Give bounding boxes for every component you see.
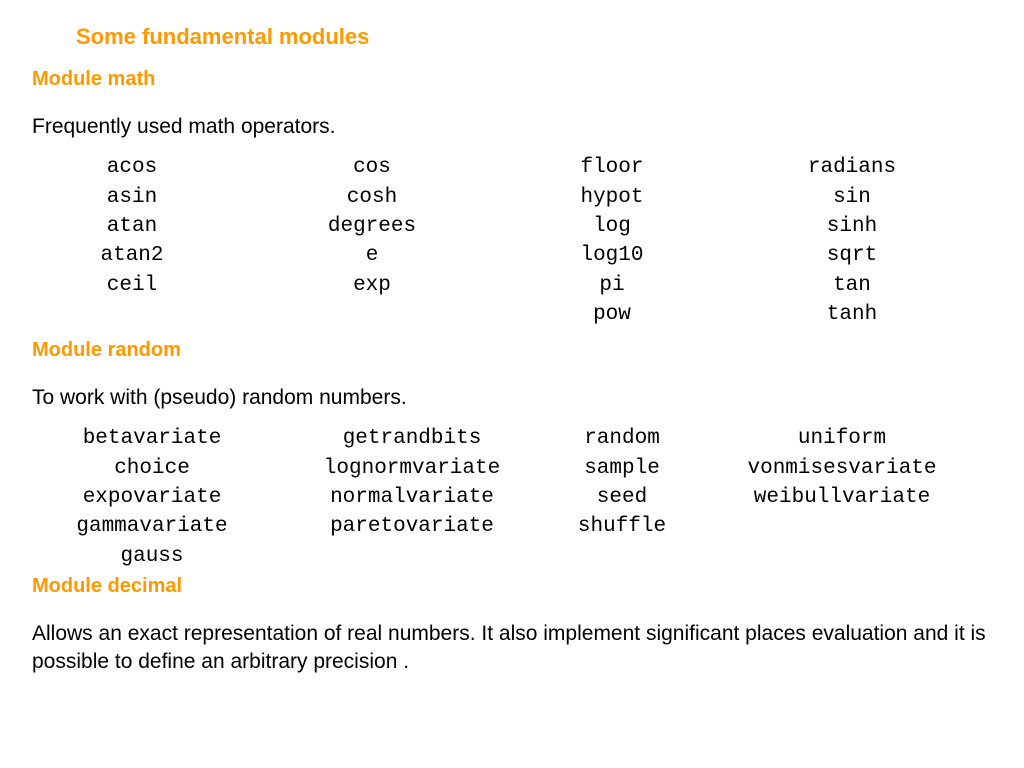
random-cell: gammavariate xyxy=(32,512,272,541)
math-cell: log xyxy=(512,212,712,241)
math-cell: degrees xyxy=(232,212,512,241)
random-cell: lognormvariate xyxy=(272,454,552,483)
random-cell: sample xyxy=(552,454,692,483)
random-cell: expovariate xyxy=(32,483,272,512)
math-cell: floor xyxy=(512,153,712,182)
section-heading-decimal: Module decimal xyxy=(32,575,992,598)
table-row: atan2elog10sqrt xyxy=(32,241,992,270)
math-cell: radians xyxy=(712,153,992,182)
random-cell xyxy=(692,512,992,541)
table-row: asincoshhypotsin xyxy=(32,183,992,212)
math-cell: sqrt xyxy=(712,241,992,270)
random-cell: weibullvariate xyxy=(692,483,992,512)
random-cell: gauss xyxy=(32,542,272,571)
random-cell: uniform xyxy=(692,424,992,453)
table-row: powtanh xyxy=(32,300,992,329)
math-cell: tanh xyxy=(712,300,992,329)
math-cell xyxy=(232,300,512,329)
table-row: atandegreeslogsinh xyxy=(32,212,992,241)
table-row: gammavariateparetovariateshuffle xyxy=(32,512,992,541)
section-heading-random: Module random xyxy=(32,339,992,362)
math-cell: sin xyxy=(712,183,992,212)
table-row: betavariategetrandbitsrandomuniform xyxy=(32,424,992,453)
math-cell: log10 xyxy=(512,241,712,270)
table-row: ceilexppitan xyxy=(32,271,992,300)
math-cell: exp xyxy=(232,271,512,300)
table-row: gauss xyxy=(32,542,992,571)
random-cell: shuffle xyxy=(552,512,692,541)
math-function-table: acoscosfloorradiansasincoshhypotsinatand… xyxy=(32,153,992,329)
math-cell xyxy=(32,300,232,329)
math-cell: pow xyxy=(512,300,712,329)
table-row: expovariatenormalvariateseedweibullvaria… xyxy=(32,483,992,512)
random-cell: choice xyxy=(32,454,272,483)
random-cell: betavariate xyxy=(32,424,272,453)
math-cell: asin xyxy=(32,183,232,212)
section-heading-math: Module math xyxy=(32,68,992,91)
random-cell: normalvariate xyxy=(272,483,552,512)
table-row: choicelognormvariatesamplevonmisesvariat… xyxy=(32,454,992,483)
random-cell: paretovariate xyxy=(272,512,552,541)
math-cell: acos xyxy=(32,153,232,182)
math-cell: cos xyxy=(232,153,512,182)
random-cell: vonmisesvariate xyxy=(692,454,992,483)
math-cell: tan xyxy=(712,271,992,300)
random-cell: random xyxy=(552,424,692,453)
math-cell: ceil xyxy=(32,271,232,300)
section-desc-random: To work with (pseudo) random numbers. xyxy=(32,384,992,412)
math-cell: pi xyxy=(512,271,712,300)
math-cell: sinh xyxy=(712,212,992,241)
section-desc-decimal: Allows an exact representation of real n… xyxy=(32,620,992,677)
random-function-table: betavariategetrandbitsrandomuniformchoic… xyxy=(32,424,992,570)
section-desc-math: Frequently used math operators. xyxy=(32,113,992,141)
page-title: Some fundamental modules xyxy=(76,24,992,50)
math-cell: atan xyxy=(32,212,232,241)
random-cell: seed xyxy=(552,483,692,512)
math-cell: hypot xyxy=(512,183,712,212)
math-cell: e xyxy=(232,241,512,270)
math-cell: cosh xyxy=(232,183,512,212)
random-cell xyxy=(272,542,552,571)
random-cell: getrandbits xyxy=(272,424,552,453)
table-row: acoscosfloorradians xyxy=(32,153,992,182)
random-cell xyxy=(552,542,692,571)
math-cell: atan2 xyxy=(32,241,232,270)
random-cell xyxy=(692,542,992,571)
